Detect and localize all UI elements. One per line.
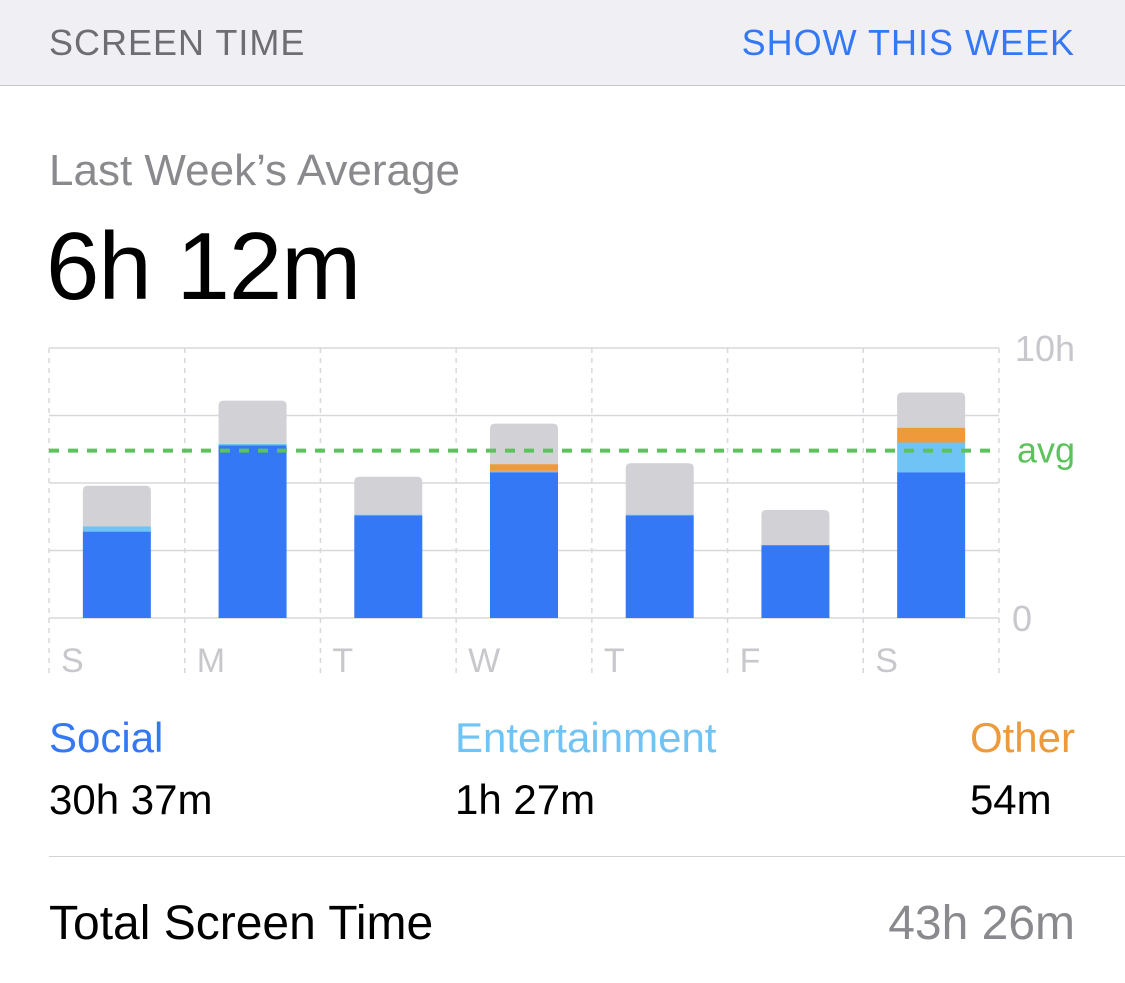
bar-segment [625, 463, 694, 515]
y-tick-label: 0 [1012, 598, 1032, 639]
bar-segment [897, 392, 966, 428]
legend-other: Other 54m [970, 714, 1075, 824]
bar-segment [761, 545, 830, 618]
average-value: 6h 12m [46, 213, 361, 320]
day-label: S [61, 642, 84, 680]
bar-segment [625, 514, 694, 516]
day-label: W [468, 642, 500, 680]
bar-segment [897, 427, 966, 443]
legend-social: Social 30h 37m [49, 714, 212, 824]
total-screen-time-label: Total Screen Time [49, 897, 434, 950]
bar-segment [897, 472, 966, 618]
bar-segment [82, 526, 151, 532]
show-this-week-button[interactable]: SHOW THIS WEEK [742, 22, 1075, 64]
bar-segment [490, 423, 558, 465]
bar-segment [490, 472, 558, 618]
bar-segment [354, 515, 423, 618]
day-label: F [740, 642, 761, 680]
bar-segment [897, 442, 966, 473]
legend-social-name: Social [49, 714, 164, 761]
daily-usage-chart: S M T W T F Savg 10h 0 [48, 330, 1075, 680]
bar-segment [490, 464, 558, 471]
bar-segment [761, 510, 830, 546]
legend-other-value: 54m [969, 776, 1052, 823]
bar-segment [354, 514, 423, 516]
legend-social-value: 30h 37m [49, 776, 213, 823]
bar-segment [218, 443, 287, 446]
section-header: SCREEN TIME SHOW THIS WEEK [0, 0, 1125, 86]
section-title: SCREEN TIME [49, 22, 306, 63]
day-label: T [332, 642, 353, 680]
bar-segment [82, 531, 151, 618]
bar-segment [218, 400, 287, 444]
day-label: M [197, 642, 225, 680]
total-screen-time-value: 43h 26m [888, 897, 1075, 950]
legend-other-name: Other [969, 714, 1075, 761]
day-label: S [875, 642, 898, 680]
day-label: T [604, 642, 625, 680]
bar-segment [354, 476, 423, 515]
legend-entertainment-name: Entertainment [455, 714, 717, 761]
bar-segment [625, 515, 694, 618]
divider [49, 856, 1125, 857]
legend-entertainment: Entertainment 1h 27m [455, 714, 716, 824]
y-tick-label: 10h [1015, 330, 1075, 369]
bar-segment [82, 485, 151, 527]
bar-segment [218, 445, 287, 618]
bar-segment [490, 470, 558, 473]
average-label: Last Week’s Average [49, 146, 460, 195]
legend-entertainment-value: 1h 27m [455, 776, 596, 823]
average-label: avg [1017, 430, 1075, 471]
